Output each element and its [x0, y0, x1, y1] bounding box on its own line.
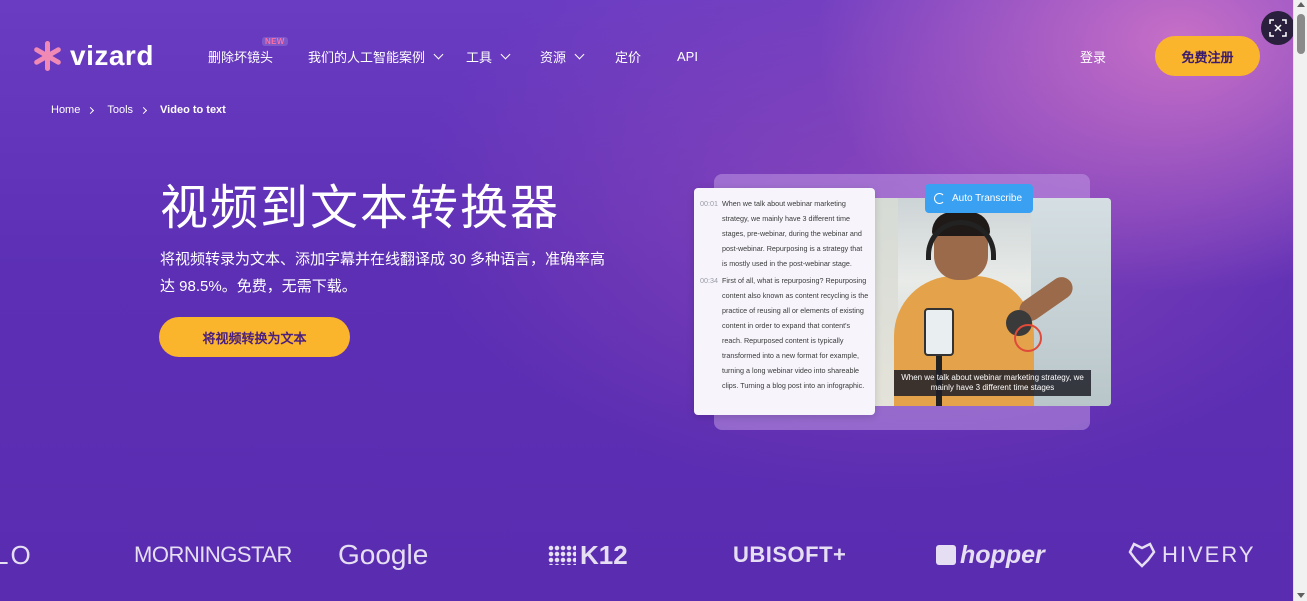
nav-item-label: 我们的人工智能案例 [308, 50, 426, 65]
transcript-text: First of all, what is repurposing? Repur… [722, 276, 869, 390]
nav-item-label: 工具 [466, 50, 493, 65]
logo-google: Google [338, 539, 429, 570]
brand-logo[interactable]: vizard [32, 40, 154, 72]
chevron-right-icon [139, 106, 148, 114]
logo-ubisoft: UBISOFT+ [733, 542, 847, 567]
logo-hopper-text: hopper [960, 540, 1045, 569]
auto-transcribe-button[interactable]: Auto Transcribe [925, 184, 1033, 213]
signup-button[interactable]: 免费注册 [1155, 36, 1260, 76]
video-caption: When we talk about webinar marketing str… [894, 370, 1091, 396]
logo-hivery-text: HIVERY [1162, 542, 1256, 567]
transcript-panel: 00:01 When we talk about webinar marketi… [694, 188, 875, 415]
chevron-down-icon [433, 49, 444, 60]
logo-morningstar: MORNINGSTAR [134, 542, 292, 567]
logo-hopper: hopper [936, 530, 1045, 580]
chevron-down-icon [574, 49, 585, 60]
logo-k12-text: K12 [580, 539, 628, 570]
chevron-right-icon [87, 106, 95, 114]
breadcrumb: Home Tools Video to text [51, 104, 226, 116]
transcript-entry: 00:01 When we talk about webinar marketi… [700, 196, 869, 271]
transcript-text: When we talk about webinar marketing str… [722, 199, 863, 268]
page: vizard 删除坏镜头 NEW 我们的人工智能案例 工具 资源 定价 API … [0, 0, 1293, 601]
transcript-entry: 00:34 First of all, what is repurposing?… [700, 273, 869, 393]
hivery-mark-icon [1128, 542, 1156, 568]
loading-spinner-icon [934, 193, 945, 204]
video-preview: When we talk about webinar marketing str… [838, 198, 1111, 406]
nav-item-remove-bad-takes[interactable]: 删除坏镜头 NEW [208, 37, 308, 66]
scroll-up-arrow-icon[interactable] [1297, 2, 1305, 7]
nav-item-api[interactable]: API [677, 49, 717, 64]
breadcrumb-tools[interactable]: Tools [107, 104, 133, 116]
breadcrumb-current: Video to text [160, 104, 226, 116]
page-scrollbar[interactable] [1293, 0, 1307, 601]
capture-icon [1269, 19, 1287, 37]
customer-logos: LO MORNINGSTAR Google K12 UBISOFT+ hoppe… [0, 530, 1293, 580]
phone-rig [924, 308, 954, 356]
convert-video-button[interactable]: 将视频转换为文本 [159, 317, 350, 357]
chevron-down-icon [500, 49, 511, 60]
auto-transcribe-label: Auto Transcribe [952, 193, 1023, 204]
transcript-timestamp: 00:34 [700, 276, 718, 285]
new-badge: NEW [262, 37, 288, 46]
mic-ring [1014, 324, 1042, 352]
nav-item-label: 定价 [615, 50, 642, 65]
nav-item-tools[interactable]: 工具 [466, 47, 540, 66]
nav-item-label: 资源 [540, 50, 567, 65]
k12-dots-icon [548, 545, 576, 565]
breadcrumb-home[interactable]: Home [51, 104, 80, 116]
nav-item-label: 删除坏镜头 [208, 50, 274, 65]
screenshot-tool-button[interactable] [1261, 11, 1293, 45]
nav-item-pricing[interactable]: 定价 [615, 47, 677, 66]
login-link[interactable]: 登录 [1080, 47, 1106, 66]
hopper-h-icon [936, 545, 956, 565]
scroll-down-arrow-icon[interactable] [1297, 593, 1305, 598]
brand-name: vizard [70, 40, 154, 71]
logo-partial: LO [0, 539, 33, 570]
logo-hivery: HIVERY [1128, 530, 1256, 580]
nav-item-ai-cases[interactable]: 我们的人工智能案例 [308, 47, 466, 66]
page-title: 视频到文本转换器 [160, 182, 561, 235]
nav-item-label: API [677, 49, 698, 64]
transcript-timestamp: 00:01 [700, 199, 718, 208]
nav-item-resources[interactable]: 资源 [540, 47, 615, 66]
scrollbar-thumb[interactable] [1297, 14, 1305, 54]
logo-k12: K12 [548, 530, 628, 580]
hero-subtitle: 将视频转录为文本、添加字幕并在线翻译成 30 多种语言，准确率高达 98.5%。… [160, 251, 606, 295]
vizard-logo-icon [32, 41, 62, 71]
main-nav: 删除坏镜头 NEW 我们的人工智能案例 工具 资源 定价 API [208, 37, 717, 66]
